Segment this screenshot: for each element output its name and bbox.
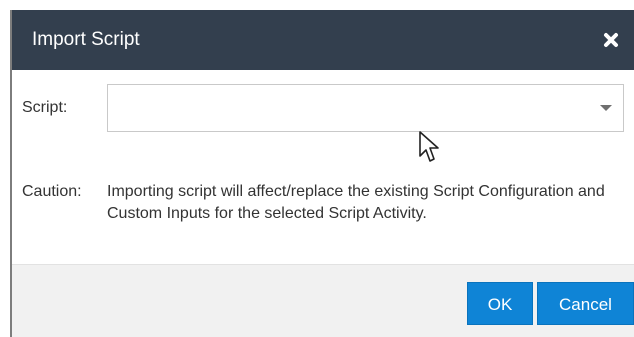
caution-message: Importing script will affect/replace the… xyxy=(107,183,605,222)
script-select[interactable] xyxy=(107,84,624,132)
close-button[interactable] xyxy=(598,27,624,53)
dialog-footer: OK Cancel xyxy=(12,264,634,337)
dialog-title-bar: Import Script xyxy=(12,10,634,70)
caution-label: Caution: xyxy=(22,183,82,200)
mouse-pointer-icon xyxy=(419,131,439,162)
dialog-title: Import Script xyxy=(32,29,140,50)
close-icon xyxy=(604,33,618,47)
cancel-button[interactable]: Cancel xyxy=(537,282,634,325)
chevron-down-icon[interactable] xyxy=(600,105,612,111)
ok-button[interactable]: OK xyxy=(467,282,533,325)
import-script-dialog: Import Script Script: Caution: Importing… xyxy=(10,10,634,337)
script-label: Script: xyxy=(22,99,68,116)
